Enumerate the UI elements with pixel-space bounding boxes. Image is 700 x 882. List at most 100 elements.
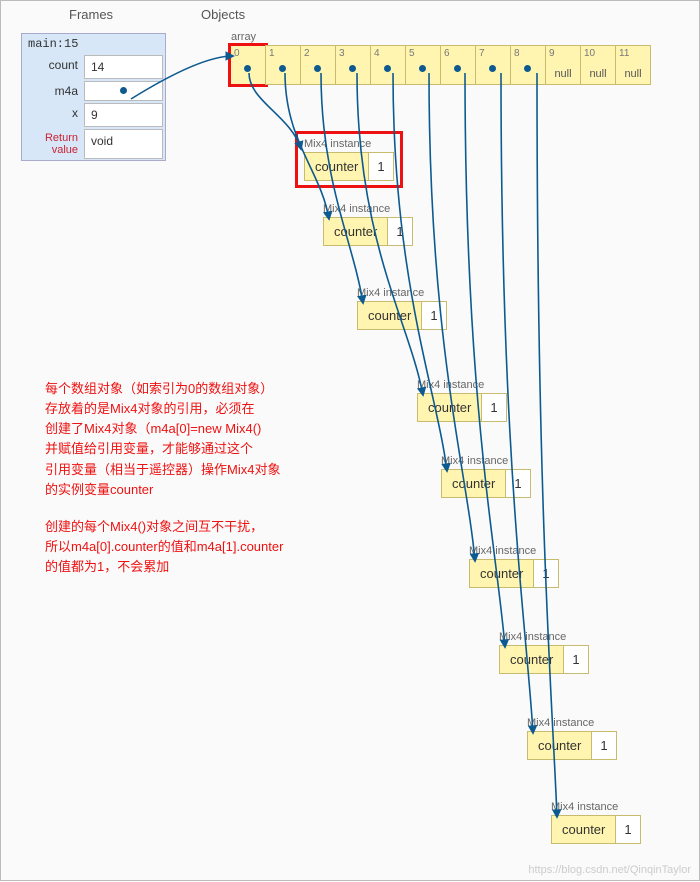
watermark: https://blog.csdn.net/QinqinTaylor bbox=[528, 864, 691, 876]
array-cell: 2 bbox=[300, 45, 336, 85]
instance-field-value: 1 bbox=[506, 469, 530, 498]
instance-box: Mix4 instance counter1 bbox=[295, 131, 403, 188]
array-index: 1 bbox=[269, 48, 275, 59]
array-index: 9 bbox=[549, 48, 555, 59]
ref-dot-icon bbox=[384, 65, 391, 72]
instance-body: counter1 bbox=[417, 393, 507, 422]
instance-body: counter1 bbox=[551, 815, 641, 844]
instance-field-name: counter bbox=[441, 469, 506, 498]
array-cell: 0 bbox=[230, 45, 266, 85]
instance-body: counter1 bbox=[469, 559, 559, 588]
instance-type-label: Mix4 instance bbox=[304, 138, 394, 150]
array-index: 11 bbox=[619, 48, 629, 59]
ref-dot-icon bbox=[349, 65, 356, 72]
instance-type-label: Mix4 instance bbox=[323, 203, 413, 215]
instance-type-label: Mix4 instance bbox=[469, 545, 559, 557]
array-cell: 11 null bbox=[615, 45, 651, 85]
array-object: array 0 1 2 3 4 5 6 789 null10null11 null bbox=[231, 31, 651, 85]
array-index: 2 bbox=[304, 48, 310, 59]
instance-field-value: 1 bbox=[388, 217, 412, 246]
instance-type-label: Mix4 instance bbox=[441, 455, 531, 467]
instance-field-value: 1 bbox=[369, 152, 393, 181]
instance-body: counter1 bbox=[304, 152, 394, 181]
ref-dot-icon bbox=[454, 65, 461, 72]
mix4-instance: Mix4 instance counter1 bbox=[499, 631, 589, 674]
array-label: array bbox=[231, 31, 651, 43]
instance-field-name: counter bbox=[551, 815, 616, 844]
annotation-paragraph-1: 每个数组对象（如索引为0的数组对象） 存放着的是Mix4对象的引用，必须在 创建… bbox=[45, 379, 385, 500]
instance-field-name: counter bbox=[469, 559, 534, 588]
instance-field-value: 1 bbox=[564, 645, 588, 674]
array-cell: 7 bbox=[475, 45, 511, 85]
mix4-instance: Mix4 instance counter1 bbox=[295, 131, 403, 188]
instance-type-label: Mix4 instance bbox=[527, 717, 617, 729]
mix4-instance: Mix4 instance counter1 bbox=[417, 379, 507, 422]
instance-body: counter1 bbox=[357, 301, 447, 330]
instance-body: counter1 bbox=[323, 217, 413, 246]
instance-field-value: 1 bbox=[592, 731, 616, 760]
frame-row-count: count 14 bbox=[22, 54, 165, 80]
objects-header: Objects bbox=[201, 7, 245, 22]
frame-title: main:15 bbox=[22, 34, 165, 54]
mix4-instance: Mix4 instance counter1 bbox=[469, 545, 559, 588]
mix4-instance: Mix4 instance counter1 bbox=[551, 801, 641, 844]
array-index: 4 bbox=[374, 48, 380, 59]
instance-field-name: counter bbox=[527, 731, 592, 760]
mix4-instance: Mix4 instance counter1 bbox=[323, 203, 413, 246]
instance-type-label: Mix4 instance bbox=[499, 631, 589, 643]
mix4-instance: Mix4 instance counter1 bbox=[357, 287, 447, 330]
instance-field-name: counter bbox=[323, 217, 388, 246]
instance-type-label: Mix4 instance bbox=[417, 379, 507, 391]
ref-dot-icon bbox=[279, 65, 286, 72]
frame-key: count bbox=[22, 54, 84, 80]
frame-value: 9 bbox=[84, 103, 163, 127]
array-index: 3 bbox=[339, 48, 345, 59]
array-row: 0 1 2 3 4 5 6 789 null10null11 null bbox=[231, 45, 651, 85]
mix4-instance: Mix4 instance counter1 bbox=[527, 717, 617, 760]
instance-field-name: counter bbox=[417, 393, 482, 422]
annotation-paragraph-2: 创建的每个Mix4()对象之间互不干扰， 所以m4a[0].counter的值和… bbox=[45, 517, 385, 577]
frame-key: m4a bbox=[22, 80, 84, 102]
instance-field-value: 1 bbox=[422, 301, 446, 330]
instance-field-name: counter bbox=[357, 301, 422, 330]
frame-value: 14 bbox=[84, 55, 163, 79]
array-index: 0 bbox=[234, 48, 240, 59]
frame-row-x: x 9 bbox=[22, 102, 165, 128]
array-cell: 3 bbox=[335, 45, 371, 85]
instance-type-label: Mix4 instance bbox=[357, 287, 447, 299]
ref-dot-icon bbox=[489, 65, 496, 72]
frame-value: void bbox=[84, 129, 163, 159]
instance-body: counter1 bbox=[527, 731, 617, 760]
array-cell: 4 bbox=[370, 45, 406, 85]
ref-dot-icon bbox=[244, 65, 251, 72]
array-null-value: null bbox=[581, 68, 615, 80]
ref-dot-icon bbox=[314, 65, 321, 72]
ref-dot-icon bbox=[524, 65, 531, 72]
frames-header: Frames bbox=[69, 7, 113, 22]
instance-body: counter1 bbox=[499, 645, 589, 674]
array-cell: 6 bbox=[440, 45, 476, 85]
ref-dot-icon bbox=[419, 65, 426, 72]
mix4-instance: Mix4 instance counter1 bbox=[441, 455, 531, 498]
instance-field-value: 1 bbox=[534, 559, 558, 588]
frame-key: x bbox=[22, 102, 84, 128]
array-null-value: null bbox=[616, 68, 650, 80]
frame-key-return: Return value bbox=[22, 128, 84, 160]
array-cell: 5 bbox=[405, 45, 441, 85]
instance-body: counter1 bbox=[441, 469, 531, 498]
instance-type-label: Mix4 instance bbox=[551, 801, 641, 813]
frame-row-m4a: m4a bbox=[22, 80, 165, 102]
array-null-value: null bbox=[546, 68, 580, 80]
frame-row-return: Return value void bbox=[22, 128, 165, 160]
frame-value-ref bbox=[84, 81, 163, 101]
stack-frame-main: main:15 count 14 m4a x 9 Return value vo… bbox=[21, 33, 166, 161]
array-cell: 1 bbox=[265, 45, 301, 85]
instance-field-value: 1 bbox=[482, 393, 506, 422]
instance-field-name: counter bbox=[499, 645, 564, 674]
array-cell: 8 bbox=[510, 45, 546, 85]
array-cell: 10null bbox=[580, 45, 616, 85]
array-index: 6 bbox=[444, 48, 450, 59]
array-index: 5 bbox=[409, 48, 415, 59]
ref-dot-icon bbox=[120, 87, 127, 94]
instance-field-value: 1 bbox=[616, 815, 640, 844]
